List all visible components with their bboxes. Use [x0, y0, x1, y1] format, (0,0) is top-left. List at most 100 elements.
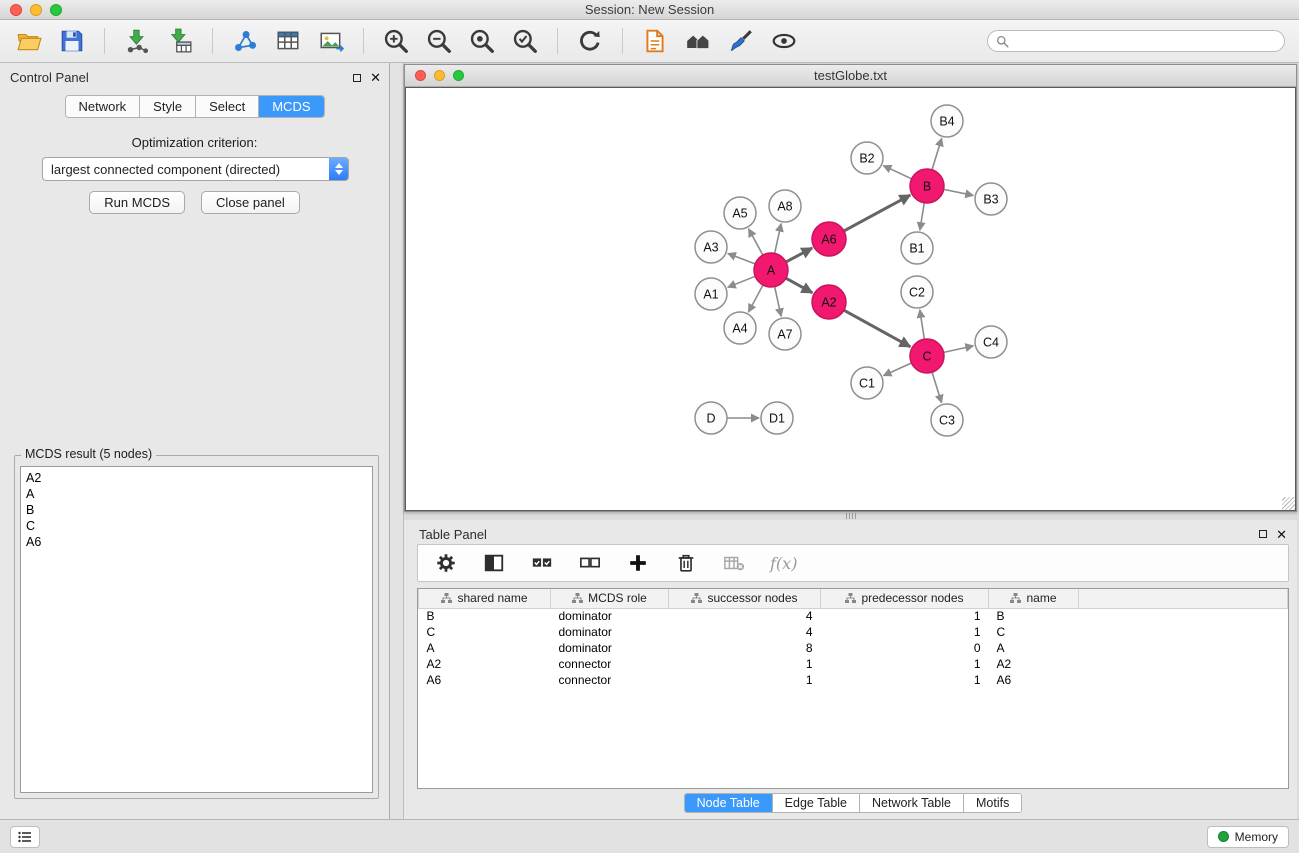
graph-edge-B-B2[interactable] [883, 166, 911, 179]
delete-column-button[interactable] [674, 551, 698, 575]
close-window-button[interactable] [10, 4, 22, 16]
column-header-mcds-role[interactable]: MCDS role [551, 589, 669, 608]
graph-edge-B-B4[interactable] [932, 138, 942, 170]
column-header-successor-nodes[interactable]: successor nodes [669, 589, 821, 608]
minimize-network-button[interactable] [434, 70, 445, 81]
table-cell[interactable]: 8 [669, 640, 821, 656]
table-cell[interactable]: C [989, 624, 1079, 640]
zoom-window-button[interactable] [50, 4, 62, 16]
close-panel-icon[interactable]: ✕ [370, 71, 381, 84]
style-brush-button[interactable] [726, 26, 756, 56]
graph-edge-C-C4[interactable] [944, 346, 974, 353]
zoom-in-button[interactable] [381, 26, 411, 56]
table-cell[interactable]: dominator [551, 640, 669, 656]
splitter-grip-icon[interactable] [846, 513, 856, 519]
import-table-button[interactable] [165, 26, 195, 56]
panel-divider[interactable] [390, 63, 404, 819]
graph-edge-A2-C[interactable] [844, 310, 910, 347]
open-session-button[interactable] [14, 26, 44, 56]
graph-edge-A-A1[interactable] [728, 276, 756, 287]
graph-edge-A-A6[interactable] [786, 248, 812, 262]
optimization-criterion-dropdown[interactable]: largest connected component (directed) [42, 157, 349, 181]
minimize-window-button[interactable] [30, 4, 42, 16]
import-network-button[interactable] [122, 26, 152, 56]
table-cell[interactable]: B [989, 608, 1079, 624]
memory-button[interactable]: Memory [1207, 826, 1289, 848]
graph-edge-C-C2[interactable] [920, 310, 925, 339]
graph-edge-A-A2[interactable] [786, 278, 812, 293]
table-cell[interactable]: 1 [669, 656, 821, 672]
export-image-button[interactable] [316, 26, 346, 56]
mcds-result-item[interactable]: C [26, 518, 367, 534]
float-table-panel-icon[interactable] [1259, 530, 1267, 538]
close-table-panel-icon[interactable]: ✕ [1276, 528, 1287, 541]
mcds-result-item[interactable]: A6 [26, 534, 367, 550]
zoom-network-button[interactable] [453, 70, 464, 81]
show-columns-button[interactable] [482, 551, 506, 575]
save-session-button[interactable] [57, 26, 87, 56]
table-cell[interactable]: dominator [551, 608, 669, 624]
zoom-selected-button[interactable] [510, 26, 540, 56]
table-cell[interactable]: A2 [989, 656, 1079, 672]
table-cell[interactable]: 4 [669, 608, 821, 624]
table-cell[interactable]: A6 [989, 672, 1079, 688]
graph-edge-B-B3[interactable] [944, 189, 974, 195]
table-cell[interactable]: connector [551, 656, 669, 672]
table-cell[interactable]: dominator [551, 624, 669, 640]
graph-edge-A-A5[interactable] [749, 229, 763, 255]
resize-grip[interactable] [1282, 497, 1295, 510]
mcds-result-list[interactable]: A2ABCA6 [20, 466, 373, 793]
table-cell[interactable]: A [989, 640, 1079, 656]
tab-edge-table[interactable]: Edge Table [773, 794, 860, 812]
home-button[interactable] [683, 26, 713, 56]
column-header-shared-name[interactable]: shared name [419, 589, 551, 608]
table-cell[interactable]: 0 [821, 640, 989, 656]
table-cell[interactable]: 4 [669, 624, 821, 640]
graph-edge-A-A8[interactable] [775, 224, 782, 254]
table-row[interactable]: A6connector11A6 [419, 672, 1288, 688]
run-mcds-button[interactable]: Run MCDS [89, 191, 185, 214]
tab-motifs[interactable]: Motifs [964, 794, 1021, 812]
mcds-result-item[interactable]: A [26, 486, 367, 502]
graph-edge-B-B1[interactable] [920, 203, 924, 230]
table-cell[interactable]: 1 [821, 608, 989, 624]
column-header-name[interactable]: name [989, 589, 1079, 608]
close-panel-button[interactable]: Close panel [201, 191, 300, 214]
mcds-result-item[interactable]: B [26, 502, 367, 518]
document-clipboard-button[interactable] [640, 26, 670, 56]
new-network-button[interactable] [230, 26, 260, 56]
table-row[interactable]: Cdominator41C [419, 624, 1288, 640]
tab-mcds[interactable]: MCDS [259, 96, 323, 117]
graph-edge-C-C1[interactable] [883, 363, 911, 376]
tab-node-table[interactable]: Node Table [685, 794, 773, 812]
create-column-button[interactable] [626, 551, 650, 575]
delete-table-button[interactable] [722, 551, 746, 575]
zoom-out-button[interactable] [424, 26, 454, 56]
tab-select[interactable]: Select [196, 96, 259, 117]
table-cell[interactable]: connector [551, 672, 669, 688]
graph-edge-A6-B[interactable] [844, 195, 910, 231]
table-cell[interactable]: A2 [419, 656, 551, 672]
network-canvas[interactable]: B4B2BB3A8A5A6A3B1AA1C2A2A4A7C4CC1C3DD1 [405, 87, 1296, 511]
tab-style[interactable]: Style [140, 96, 196, 117]
table-cell[interactable]: 1 [669, 672, 821, 688]
table-cell[interactable]: 1 [821, 672, 989, 688]
search-input[interactable] [1014, 34, 1276, 48]
mcds-result-item[interactable]: A2 [26, 470, 367, 486]
tab-network[interactable]: Network [65, 96, 140, 117]
graph-edge-A-A4[interactable] [748, 285, 763, 312]
table-cell[interactable]: A [419, 640, 551, 656]
graph-edge-A-A7[interactable] [775, 287, 782, 317]
table-cell[interactable]: 1 [821, 656, 989, 672]
table-row[interactable]: Adominator80A [419, 640, 1288, 656]
refresh-button[interactable] [575, 26, 605, 56]
table-cell[interactable]: B [419, 608, 551, 624]
show-panels-button[interactable] [10, 826, 40, 848]
table-row[interactable]: A2connector11A2 [419, 656, 1288, 672]
function-builder-button[interactable]: f(x) [770, 551, 797, 575]
select-all-button[interactable] [530, 551, 554, 575]
column-header-predecessor-nodes[interactable]: predecessor nodes [821, 589, 989, 608]
table-cell[interactable]: 1 [821, 624, 989, 640]
tab-network-table[interactable]: Network Table [860, 794, 964, 812]
table-cell[interactable]: C [419, 624, 551, 640]
